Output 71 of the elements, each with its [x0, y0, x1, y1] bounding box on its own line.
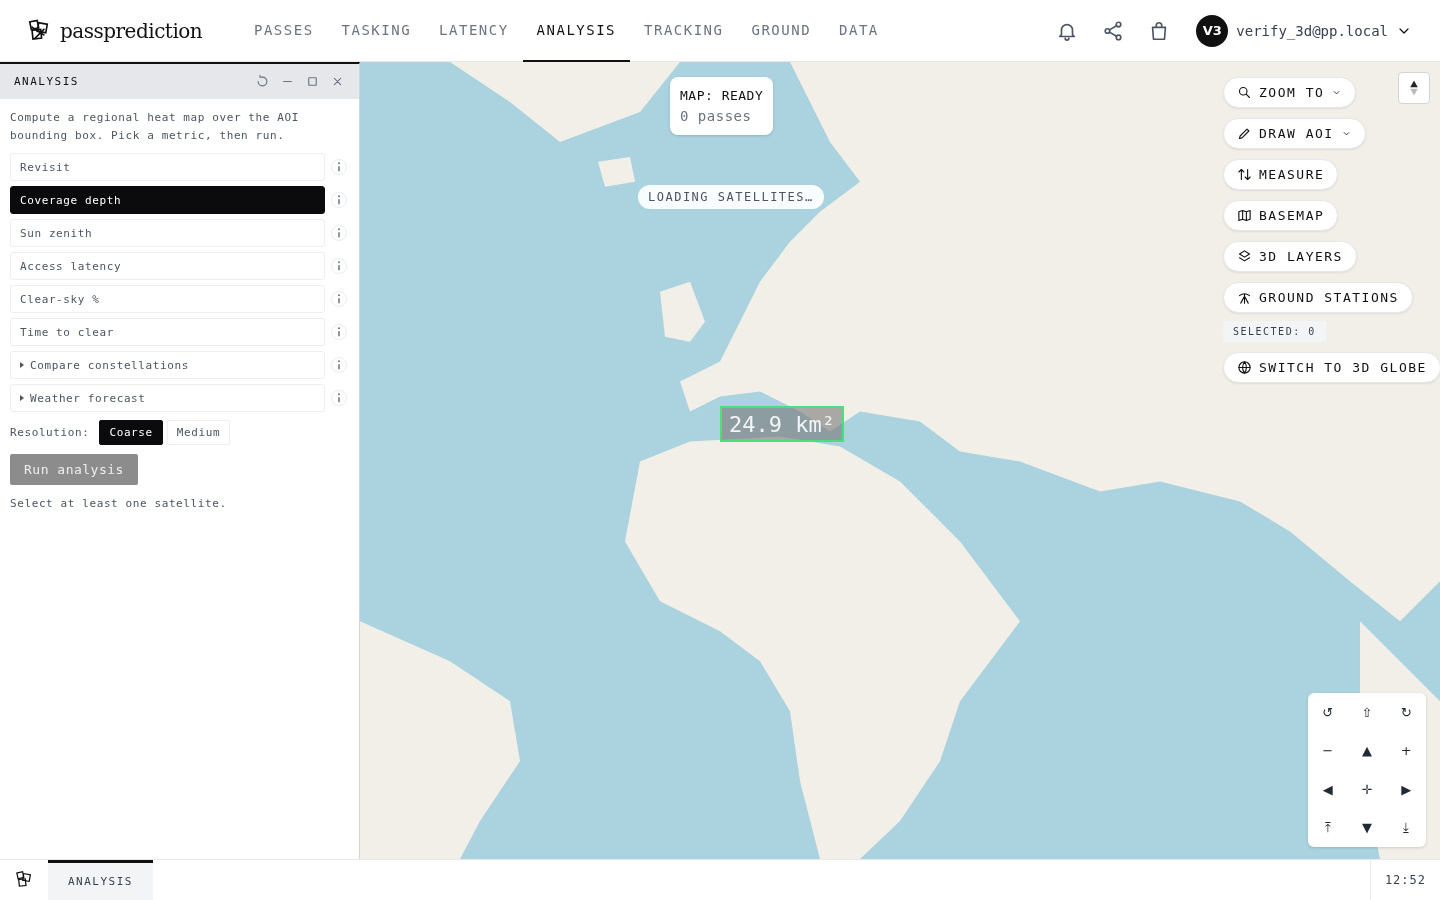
map-tool-button[interactable]: MEASURE: [1223, 159, 1339, 190]
loading-label: LOADING SATELLITES…: [638, 185, 824, 209]
nav-tab[interactable]: TASKING: [327, 0, 426, 62]
resolution-option[interactable]: Medium: [166, 420, 231, 445]
info-icon[interactable]: [329, 355, 349, 375]
globe-icon: [1237, 360, 1252, 375]
nav-control[interactable]: ⤓: [1386, 808, 1426, 847]
info-icon[interactable]: [329, 223, 349, 243]
nav-tab[interactable]: LATENCY: [425, 0, 523, 62]
maximize-icon[interactable]: [305, 74, 320, 89]
map-tool-button[interactable]: GROUND STATIONS: [1223, 282, 1413, 313]
nav-tab[interactable]: TRACKING: [630, 0, 738, 62]
expander-row[interactable]: Compare constellations: [10, 351, 325, 379]
expander-row[interactable]: Weather forecast: [10, 384, 325, 412]
nav-tab[interactable]: PASSES: [240, 0, 328, 62]
map-tool-button[interactable]: 3D LAYERS: [1223, 241, 1357, 272]
metric-option[interactable]: Sun zenith: [10, 219, 325, 247]
swap-arrows-icon: [1237, 167, 1252, 182]
pass-count: 0 passes: [680, 107, 753, 126]
nav-control[interactable]: ▲: [1347, 731, 1387, 770]
nav-control[interactable]: ⇧: [1347, 693, 1387, 732]
nav-control[interactable]: ▼: [1347, 808, 1387, 847]
nav-control[interactable]: ✛: [1347, 770, 1387, 809]
map-icon: [1237, 208, 1252, 223]
user-email[interactable]: verify_3d@pp.local: [1236, 22, 1388, 39]
metric-option[interactable]: Time to clear: [10, 318, 325, 346]
map-tool-button[interactable]: ZOOM TO: [1223, 77, 1357, 108]
taskbar-item[interactable]: ANALYSIS: [48, 860, 153, 900]
reset-icon[interactable]: [255, 74, 270, 89]
metric-option[interactable]: Revisit: [10, 153, 325, 181]
nav-tab[interactable]: DATA: [825, 0, 893, 62]
info-icon[interactable]: [329, 322, 349, 342]
clock: 12:52: [1369, 860, 1440, 900]
nav-control[interactable]: ↺: [1308, 693, 1348, 732]
resolution-label: Resolution:: [10, 426, 90, 439]
metric-option[interactable]: Coverage depth: [10, 186, 325, 214]
antenna-icon: [1237, 290, 1252, 305]
logo-icon: [14, 870, 34, 890]
nav-control[interactable]: ↻: [1386, 693, 1426, 732]
user-avatar[interactable]: V3: [1196, 14, 1229, 47]
app-name: passprediction: [60, 18, 203, 43]
info-icon[interactable]: [329, 256, 349, 276]
nav-control[interactable]: ⤒: [1308, 808, 1348, 847]
search-icon: [1237, 85, 1252, 100]
map-tool-button[interactable]: DRAW AOI: [1223, 118, 1366, 149]
pencil-icon: [1237, 126, 1252, 141]
resolution-option[interactable]: Coarse: [99, 420, 163, 445]
info-icon[interactable]: [329, 190, 349, 210]
info-icon[interactable]: [329, 157, 349, 177]
map-tool-button[interactable]: BASEMAP: [1223, 200, 1339, 231]
nav-control[interactable]: ◀: [1308, 770, 1348, 809]
compass-button[interactable]: [1398, 72, 1430, 104]
area-readout: 24.9 km²: [720, 406, 844, 442]
info-icon[interactable]: [329, 388, 349, 408]
info-icon[interactable]: [329, 289, 349, 309]
nav-control[interactable]: ▶: [1386, 770, 1426, 809]
metric-option[interactable]: Access latency: [10, 252, 325, 280]
panel-title: ANALYSIS: [14, 75, 80, 88]
nav-control[interactable]: −: [1308, 731, 1348, 770]
hint-text: Select at least one satellite.: [10, 497, 228, 510]
layers-icon: [1237, 249, 1252, 264]
expander-label: Compare constellations: [30, 358, 189, 372]
map-status-title: MAP: READY: [680, 87, 764, 105]
switch-globe-button[interactable]: SWITCH TO 3D GLOBE: [1223, 352, 1440, 383]
share-icon[interactable]: [1102, 19, 1125, 42]
metric-option[interactable]: Clear-sky %: [10, 285, 325, 313]
nav-tab[interactable]: GROUND: [737, 0, 826, 62]
panel-description: Compute a regional heat map over the AOI bounding box. Pick a metric, then run.: [10, 110, 300, 144]
expander-label: Weather forecast: [30, 391, 146, 405]
selected-count: SELECTED: 0: [1223, 321, 1326, 342]
nav-control[interactable]: +: [1386, 731, 1426, 770]
